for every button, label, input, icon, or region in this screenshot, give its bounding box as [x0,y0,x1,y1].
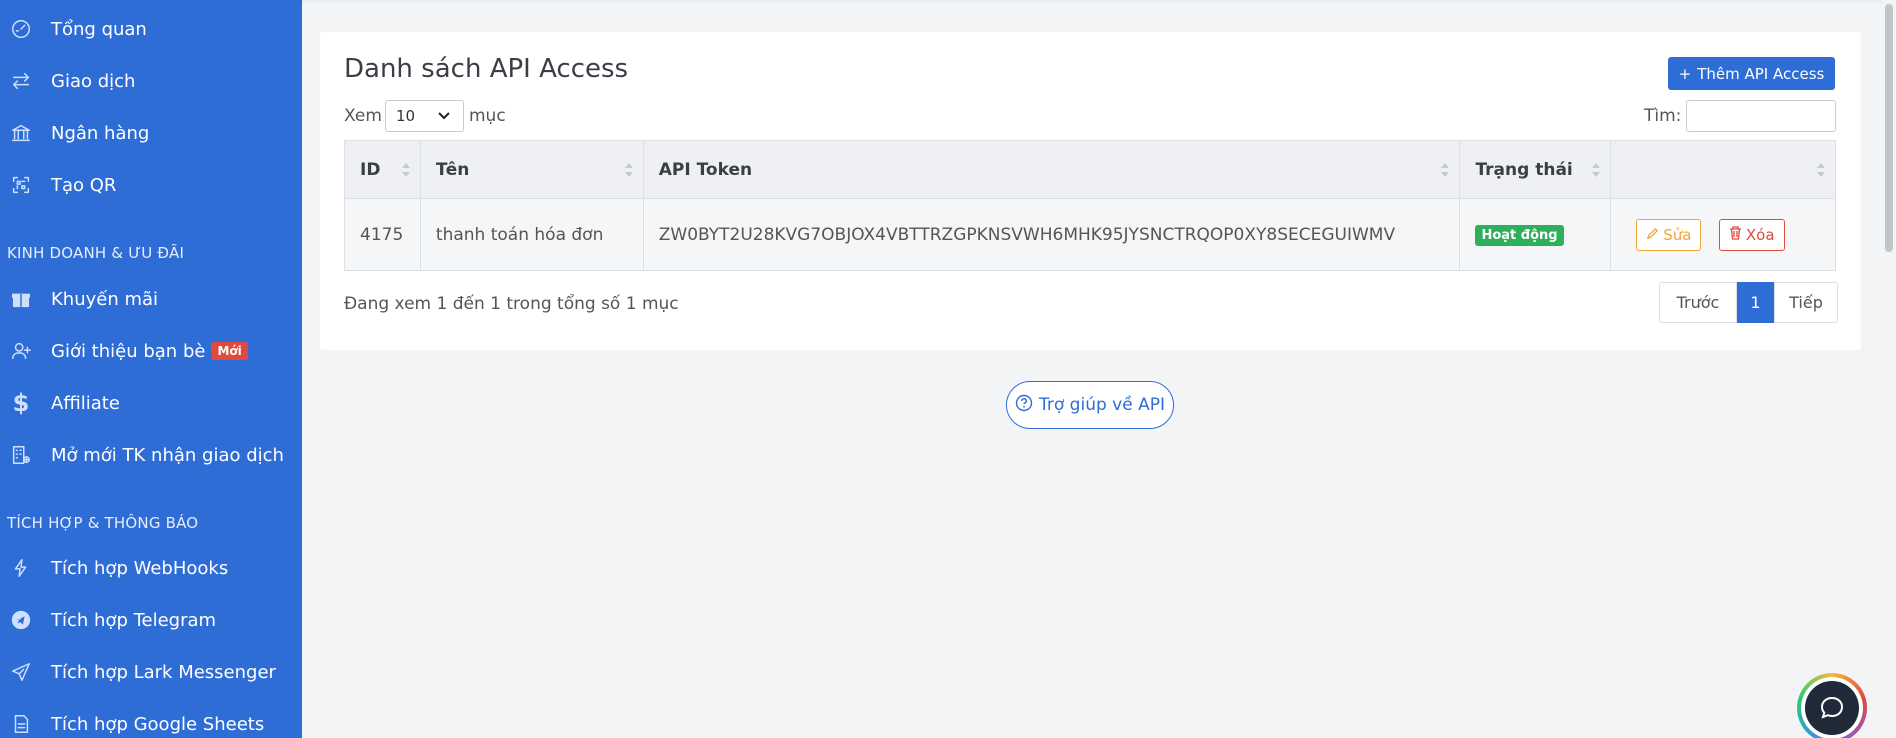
add-api-access-label: Thêm API Access [1697,64,1825,83]
length-suffix: mục [469,106,506,126]
column-header-status[interactable]: Trạng thái [1459,140,1612,199]
chat-widget-button[interactable] [1797,673,1867,738]
sidebar-item-promotions[interactable]: Khuyến mãi [0,279,302,319]
page-scrollbar[interactable] [1882,0,1896,738]
table-info: Đang xem 1 đến 1 trong tổng số 1 mục [344,294,679,314]
sidebar-item-google-sheets[interactable]: Tích hợp Google Sheets [0,704,302,738]
sidebar: Tổng quan Giao dịch Ngân hàng Tạo QR KIN… [0,0,302,738]
api-access-card: Danh sách API Access + Thêm API Access X… [320,32,1861,350]
api-help-label: Trợ giúp về API [1039,395,1165,415]
sidebar-item-new-account[interactable]: Mở mới TK nhận giao dịch [0,435,302,475]
edit-label: Sửa [1663,225,1692,244]
building-plus-icon [9,443,33,467]
sidebar-item-transactions[interactable]: Giao dịch [0,61,302,101]
sidebar-item-affiliate[interactable]: $ Affiliate [0,383,302,423]
user-plus-icon [9,339,33,363]
sidebar-item-label: Tích hợp WebHooks [51,557,229,579]
length-prefix: Xem [344,106,382,126]
cell-api-token: ZW0BYT2U28KVG7OBJOX4VBTTRZGPKNSVWH6MHK95… [642,198,1461,271]
sidebar-section-integrations: TÍCH HỢP & THÔNG BÁO [7,514,199,532]
column-header-api-token[interactable]: API Token [642,140,1461,199]
cell-actions: Sửa Xóa [1610,198,1836,271]
sidebar-item-label: Tổng quan [51,18,147,40]
sidebar-item-label: Tích hợp Google Sheets [51,713,265,735]
page-length-select[interactable]: 10 [385,100,464,132]
sort-icon [1592,163,1601,177]
pencil-icon [1646,226,1659,244]
page-length-value: 10 [396,107,416,125]
sort-icon [1441,163,1450,177]
pagination: Trước 1 Tiếp [1659,282,1838,323]
scrollbar-thumb[interactable] [1885,4,1893,252]
new-badge: Mới [211,341,248,360]
cell-status: Hoạt động [1459,198,1612,271]
chat-icon [1805,681,1859,735]
lightning-icon [9,556,33,580]
pagination-page-button[interactable]: 1 [1737,282,1774,323]
question-circle-icon [1015,394,1033,417]
dollar-icon: $ [12,389,30,417]
sidebar-item-telegram[interactable]: Tích hợp Telegram [0,600,302,640]
sort-icon [624,163,633,177]
cell-id: 4175 [344,198,421,271]
column-header-name[interactable]: Tên [419,140,644,199]
qr-icon [9,173,33,197]
chat-widget-ring [1801,677,1863,738]
sidebar-item-referral[interactable]: Giới thiệu bạn bè Mới [0,331,302,371]
sidebar-item-banks[interactable]: Ngân hàng [0,113,302,153]
search-input[interactable] [1686,100,1836,132]
sidebar-item-label: Tích hợp Lark Messenger [51,661,276,683]
api-access-table: ID Tên API Token Trạng thái 4175 thanh t… [344,140,1836,271]
top-divider [302,0,1896,3]
pagination-next-button[interactable]: Tiếp [1774,282,1838,323]
sidebar-item-label: Giới thiệu bạn bè Mới [51,341,248,362]
sidebar-item-label: Affiliate [51,392,120,414]
telegram-icon [9,608,33,632]
sidebar-item-label: Khuyến mãi [51,288,159,310]
page-title: Danh sách API Access [344,54,629,84]
sidebar-item-label: Giao dịch [51,70,136,92]
cell-name: thanh toán hóa đơn [419,198,644,271]
chevron-down-icon [437,109,451,127]
sidebar-item-lark[interactable]: Tích hợp Lark Messenger [0,652,302,692]
column-header-actions[interactable] [1610,140,1836,199]
transfer-icon [9,69,33,93]
add-api-access-button[interactable]: + Thêm API Access [1668,57,1835,90]
pagination-prev-button[interactable]: Trước [1659,282,1737,323]
delete-button[interactable]: Xóa [1718,218,1785,251]
table-row: 4175 thanh toán hóa đơn ZW0BYT2U28KVG7OB… [344,198,1836,271]
delete-label: Xóa [1745,225,1775,244]
sort-icon [1817,163,1825,177]
send-icon [9,660,33,684]
sidebar-item-label: Tạo QR [51,174,117,196]
gift-icon [9,287,33,311]
sort-icon [401,163,410,177]
status-badge: Hoạt động [1475,224,1564,246]
sidebar-item-create-qr[interactable]: Tạo QR [0,165,302,205]
sidebar-section-business: KINH DOANH & ƯU ĐÃI [7,244,185,262]
sidebar-item-label: Mở mới TK nhận giao dịch [51,444,284,466]
bank-icon [9,121,33,145]
edit-button[interactable]: Sửa [1636,218,1702,251]
sidebar-item-label: Ngân hàng [51,122,150,144]
column-header-id[interactable]: ID [344,140,421,199]
trash-icon [1729,225,1742,244]
api-help-button[interactable]: Trợ giúp về API [1006,381,1174,429]
plus-icon: + [1678,64,1692,83]
sheet-icon [9,712,33,736]
dashboard-icon [9,17,33,41]
sidebar-item-label: Tích hợp Telegram [51,609,217,631]
sidebar-item-webhooks[interactable]: Tích hợp WebHooks [0,548,302,588]
sidebar-item-overview[interactable]: Tổng quan [0,9,302,49]
search-label: Tìm: [1644,106,1682,126]
